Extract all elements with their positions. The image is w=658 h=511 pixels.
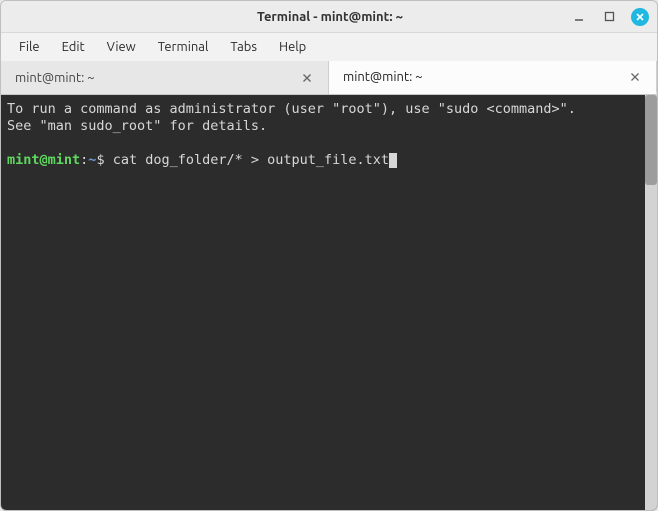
- window-controls: [571, 8, 649, 26]
- menu-terminal[interactable]: Terminal: [148, 37, 219, 57]
- tab-close-button[interactable]: [300, 71, 314, 85]
- motd-line: To run a command as administrator (user …: [7, 101, 576, 117]
- close-icon: [302, 73, 312, 83]
- close-button[interactable]: [631, 8, 649, 26]
- terminal-window: Terminal - mint@mint: ~ File Edit View T…: [0, 0, 658, 511]
- window-title: Terminal - mint@mint: ~: [89, 10, 571, 24]
- terminal-output[interactable]: To run a command as administrator (user …: [1, 95, 645, 510]
- tabbar: mint@mint: ~ mint@mint: ~: [1, 61, 657, 95]
- menu-help[interactable]: Help: [269, 37, 316, 57]
- menubar: File Edit View Terminal Tabs Help: [1, 33, 657, 61]
- maximize-button[interactable]: [601, 9, 617, 25]
- scrollbar[interactable]: [645, 95, 657, 510]
- motd-line: See "man sudo_root" for details.: [7, 118, 267, 134]
- menu-file[interactable]: File: [9, 37, 50, 57]
- minimize-icon: [573, 11, 585, 23]
- tab-label: mint@mint: ~: [15, 71, 292, 85]
- titlebar: Terminal - mint@mint: ~: [1, 1, 657, 33]
- prompt-symbol: $: [96, 152, 104, 168]
- tab-0[interactable]: mint@mint: ~: [1, 61, 329, 94]
- menu-view[interactable]: View: [97, 37, 146, 57]
- terminal-area: To run a command as administrator (user …: [1, 95, 657, 510]
- command-text: cat dog_folder/* > output_file.txt: [113, 152, 389, 168]
- text-cursor: [389, 153, 397, 168]
- maximize-icon: [604, 11, 615, 22]
- tab-1[interactable]: mint@mint: ~: [329, 61, 657, 94]
- tab-close-button[interactable]: [628, 70, 642, 84]
- close-icon: [630, 72, 640, 82]
- scrollbar-thumb[interactable]: [645, 95, 657, 185]
- close-icon: [635, 12, 645, 22]
- menu-edit[interactable]: Edit: [52, 37, 95, 57]
- prompt-user-host: mint@mint: [7, 152, 80, 168]
- menu-tabs[interactable]: Tabs: [220, 37, 267, 57]
- minimize-button[interactable]: [571, 9, 587, 25]
- tab-label: mint@mint: ~: [343, 70, 620, 84]
